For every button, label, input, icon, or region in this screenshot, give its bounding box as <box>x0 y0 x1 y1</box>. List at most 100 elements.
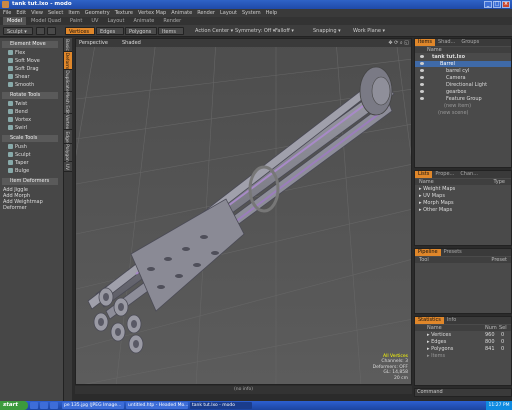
menu-texture[interactable]: Texture <box>115 9 133 17</box>
swirl-tool[interactable]: Swirl <box>8 125 27 132</box>
add-weightmap-deformer-button[interactable]: Add Weightmap Deformer <box>3 199 63 211</box>
element-move-tool[interactable]: Element Move <box>2 41 58 48</box>
list-morph-maps[interactable]: ▸ Morph Maps <box>415 200 511 206</box>
grid-toggle-button[interactable] <box>47 27 56 35</box>
menu-select[interactable]: Select <box>48 9 63 17</box>
sculpt-tool[interactable]: Sculpt <box>8 152 31 159</box>
menu-system[interactable]: System <box>242 9 261 17</box>
viewport-scene[interactable] <box>76 39 412 385</box>
menu-help[interactable]: Help <box>266 9 277 17</box>
tab-model[interactable]: Model <box>3 17 27 25</box>
side-tab-mesh-edit[interactable]: Mesh Edit <box>64 92 72 114</box>
work-plane-dropdown[interactable]: Work Plane ▾ <box>350 27 388 35</box>
tab-pipeline[interactable]: Pipeline <box>415 249 441 256</box>
tree-item-light[interactable]: Directional Light <box>415 82 511 88</box>
taper-tool[interactable]: Taper <box>8 160 29 167</box>
menu-layout[interactable]: Layout <box>220 9 237 17</box>
bulge-tool[interactable]: Bulge <box>8 168 29 175</box>
visibility-eye-icon[interactable] <box>420 97 424 100</box>
taskbar-item-browser[interactable]: untitled.htp - Headed Mo... <box>126 402 188 409</box>
tab-groups[interactable]: Groups <box>458 39 482 46</box>
tree-item-scene[interactable]: tank tut.lxo <box>415 54 511 60</box>
edges-mode-button[interactable]: Edges <box>96 27 124 35</box>
command-line[interactable]: Command <box>414 388 512 397</box>
twist-tool[interactable]: Twist <box>8 101 27 108</box>
polygons-mode-button[interactable]: Polygons <box>125 27 157 35</box>
system-tray-clock[interactable]: 11:27 PM <box>486 401 512 410</box>
side-tab-duplicate[interactable]: Duplicate <box>64 70 72 92</box>
tree-item-feature-group[interactable]: Feature Group <box>415 96 511 102</box>
stats-row-edges[interactable]: ▸ Edges 800 0 <box>415 339 511 345</box>
push-tool[interactable]: Push <box>8 144 27 151</box>
sculpt-dropdown[interactable]: Sculpt ▾ <box>3 27 33 35</box>
menu-file[interactable]: File <box>3 9 11 17</box>
tab-layout[interactable]: Layout <box>103 17 128 25</box>
taskbar-item-jpeg[interactable]: pe 135.jpg (JPEG Image... <box>62 402 124 409</box>
tree-item-camera[interactable]: Camera <box>415 75 511 81</box>
falloff-dropdown[interactable]: Falloff ▾ <box>272 27 297 35</box>
taskbar-item-modo[interactable]: tank tut.lxo - modo <box>190 402 252 409</box>
side-tab-basic[interactable]: Basic <box>64 38 72 52</box>
items-mode-button[interactable]: Items <box>158 27 184 35</box>
item-deformers-header[interactable]: Item Deformers <box>2 178 58 185</box>
flex-tool[interactable]: Flex <box>8 50 25 57</box>
menu-view[interactable]: View <box>31 9 43 17</box>
tree-new-item[interactable]: (new item) <box>415 103 511 109</box>
menu-vertex-map[interactable]: Vertex Map <box>138 9 166 17</box>
bend-tool[interactable]: Bend <box>8 109 28 116</box>
tab-shader-tree[interactable]: Shad... <box>435 39 458 46</box>
menu-geometry[interactable]: Geometry <box>85 9 110 17</box>
tab-presets[interactable]: Presets <box>441 249 465 256</box>
visibility-eye-icon[interactable] <box>420 55 424 58</box>
snapping-dropdown[interactable]: Snapping ▾ <box>310 27 344 35</box>
menu-render[interactable]: Render <box>197 9 215 17</box>
3d-viewport[interactable]: Perspective Shaded ✥ ⟳ ⌕ ◱ All Vertices … <box>75 38 412 385</box>
start-button[interactable]: start <box>0 401 28 410</box>
tree-item-gearbox[interactable]: gearbox <box>415 89 511 95</box>
shading-dropdown[interactable]: Shaded <box>122 39 141 47</box>
stats-row-polygons[interactable]: ▸ Polygons 841 0 <box>415 346 511 352</box>
rotate-tools-header[interactable]: Rotate Tools <box>2 92 58 99</box>
tab-paint[interactable]: Paint <box>66 17 86 25</box>
maximize-button[interactable]: □ <box>493 1 501 8</box>
visibility-eye-icon[interactable] <box>420 83 424 86</box>
visibility-eye-icon[interactable] <box>420 69 424 72</box>
minimize-button[interactable]: _ <box>484 1 492 8</box>
side-tab-edge[interactable]: Edge <box>64 130 72 144</box>
quicklaunch-media-icon[interactable] <box>50 402 58 409</box>
tab-statistics[interactable]: Statistics <box>415 317 444 324</box>
menu-edit[interactable]: Edit <box>16 9 26 17</box>
list-weight-maps[interactable]: ▸ Weight Maps <box>415 186 511 192</box>
tree-item-barrel-cyl[interactable]: barrel cyl <box>415 68 511 74</box>
visibility-eye-icon[interactable] <box>420 62 424 65</box>
stats-row-items[interactable]: ▸ Items <box>415 353 511 359</box>
menu-animate[interactable]: Animate <box>171 9 192 17</box>
menu-item[interactable]: Item <box>68 9 79 17</box>
scale-tools-header[interactable]: Scale Tools <box>2 135 58 142</box>
side-tab-vertex[interactable]: Vertex <box>64 114 72 130</box>
soft-drag-tool[interactable]: Soft Drag <box>8 66 39 73</box>
tab-properties[interactable]: Prope... <box>432 171 457 178</box>
perspective-view-dropdown[interactable]: Perspective <box>79 39 108 47</box>
soft-move-tool[interactable]: Soft Move <box>8 58 40 65</box>
tab-lists[interactable]: Lists <box>415 171 433 178</box>
list-uv-maps[interactable]: ▸ UV Maps <box>415 193 511 199</box>
tab-items[interactable]: Items <box>415 39 435 46</box>
tab-animate[interactable]: Animate <box>129 17 158 25</box>
stats-row-vertices[interactable]: ▸ Vertices 960 0 <box>415 332 511 338</box>
vertices-mode-button[interactable]: Vertices <box>65 27 95 35</box>
quicklaunch-desktop-icon[interactable] <box>40 402 48 409</box>
tab-model-quad[interactable]: Model Quad <box>27 17 65 25</box>
tab-uv[interactable]: UV <box>87 17 102 25</box>
side-tab-deform[interactable]: Deform <box>64 52 72 70</box>
viewport-nav-icons[interactable]: ✥ ⟳ ⌕ ◱ <box>388 39 409 47</box>
close-button[interactable]: × <box>502 1 510 8</box>
visibility-eye-icon[interactable] <box>420 90 424 93</box>
smooth-tool[interactable]: Smooth <box>8 82 34 89</box>
side-tab-polygon[interactable]: Polygon <box>64 144 72 162</box>
tab-render[interactable]: Render <box>159 17 185 25</box>
tree-item-barrel[interactable]: Barrel <box>415 61 511 67</box>
action-center-dropdown[interactable]: Action Center ▾ <box>192 27 236 35</box>
tab-channels[interactable]: Chan... <box>457 171 481 178</box>
snap-toggle-button[interactable] <box>36 27 45 35</box>
